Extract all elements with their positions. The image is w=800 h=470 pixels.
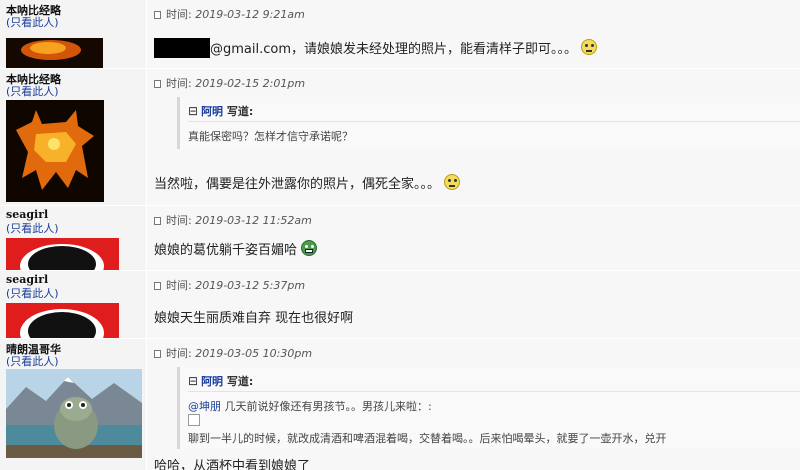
post-author-panel: 本呐比经略 (只看此人) bbox=[0, 0, 146, 68]
frog-lake-photo-icon[interactable] bbox=[6, 369, 142, 458]
silhouette-avatar-icon[interactable] bbox=[6, 238, 119, 270]
post-meta: 时间: 2019-03-12 9:21am bbox=[154, 6, 305, 22]
post-author-panel: 本呐比经略 (只看此人) bbox=[0, 69, 146, 205]
quote-block: ⊟ 阿明 写道: 真能保密吗？怎样才信守承诺呢？ bbox=[177, 97, 800, 149]
quote-block: ⊟ 阿明 写道: @坤朋 几天前说好像还有男孩节。。男孩儿来啦：: 聊到一半儿的时… bbox=[177, 367, 800, 449]
post-content: 时间: 2019-03-05 10:30pm ⊟ 阿明 写道: @坤朋 几天前说好… bbox=[146, 339, 800, 470]
time-label: 时间: bbox=[166, 214, 192, 227]
post-icon bbox=[154, 217, 161, 225]
only-this-user-link[interactable]: (只看此人) bbox=[6, 285, 59, 301]
post-time: 2019-03-12 9:21am bbox=[195, 8, 305, 21]
time-label: 时间: bbox=[166, 279, 192, 292]
post-message: 哈哈，从酒杯中看到娘娘了 bbox=[154, 459, 311, 470]
post-content: 时间: 2019-02-15 2:01pm ⊟ 阿明 写道: 真能保密吗？怎样才信… bbox=[146, 69, 800, 205]
quote-text: @坤朋 几天前说好像还有男孩节。。男孩儿来啦：: bbox=[188, 400, 432, 413]
post-time: 2019-03-12 11:52am bbox=[195, 214, 312, 227]
post-content: 时间: 2019-03-12 9:21am @gmail.com，请娘娘发未经处… bbox=[146, 0, 800, 68]
post-meta: 时间: 2019-02-15 2:01pm bbox=[154, 75, 305, 91]
quote-author[interactable]: 阿明 bbox=[201, 105, 223, 118]
only-this-user-link[interactable]: (只看此人) bbox=[6, 14, 59, 30]
post-3: seagirl (只看此人) 时间: 2019-03-12 11:52am 娘娘… bbox=[0, 206, 800, 270]
post-time: 2019-03-12 5:37pm bbox=[195, 279, 306, 292]
post-meta: 时间: 2019-03-12 11:52am bbox=[154, 212, 312, 228]
post-author-panel: 晴朗温哥华 (只看此人) bbox=[0, 339, 146, 470]
grin-emoji-icon bbox=[301, 240, 318, 256]
quote-divider bbox=[188, 121, 800, 122]
broken-image-icon bbox=[188, 414, 200, 426]
post-icon bbox=[154, 80, 161, 88]
post-icon bbox=[154, 11, 161, 19]
quote-author[interactable]: 阿明 bbox=[201, 375, 223, 388]
post-meta: 时间: 2019-03-05 10:30pm bbox=[154, 345, 312, 361]
quote-header: ⊟ 阿明 写道: bbox=[188, 374, 254, 388]
quote-text: 真能保密吗？怎样才信守承诺呢？ bbox=[188, 130, 353, 143]
redacted-block bbox=[154, 38, 210, 58]
time-label: 时间: bbox=[166, 347, 192, 360]
mention-link[interactable]: @坤朋 bbox=[188, 400, 221, 413]
post-content: 时间: 2019-03-12 5:37pm 娘娘天生丽质难自弃 现在也很好啊 bbox=[146, 271, 800, 338]
post-icon bbox=[154, 350, 161, 358]
post-icon bbox=[154, 282, 161, 290]
only-this-user-link[interactable]: (只看此人) bbox=[6, 353, 59, 369]
fire-bull-icon[interactable] bbox=[6, 100, 104, 202]
post-meta: 时间: 2019-03-12 5:37pm bbox=[154, 277, 305, 293]
quote-text: 聊到一半儿的时候，就改成清酒和啤酒混着喝，交替着喝。。后来怕喝晕头，就要了一壶开… bbox=[188, 432, 667, 445]
post-1: 本呐比经略 (只看此人) 时间: 2019-03-12 9:21am @gmai… bbox=[0, 0, 800, 68]
quote-divider bbox=[188, 391, 800, 392]
post-4: seagirl (只看此人) 时间: 2019-03-12 5:37pm 娘娘天… bbox=[0, 271, 800, 338]
rolling-eyes-emoji-icon bbox=[581, 39, 598, 55]
post-message: 娘娘的葛优躺千姿百媚哈 bbox=[154, 239, 318, 258]
post-5: 晴朗温哥华 (只看此人) 时间: 2019-03-05 10:30pm ⊟ 阿明… bbox=[0, 339, 800, 470]
quote-header: ⊟ 阿明 写道: bbox=[188, 104, 254, 118]
post-time: 2019-02-15 2:01pm bbox=[195, 77, 306, 90]
post-message: 当然啦，偶要是往外泄露你的照片，偶死全家。。。 bbox=[154, 173, 461, 192]
fire-bull-icon[interactable] bbox=[6, 38, 103, 68]
collapse-box-icon[interactable]: ⊟ bbox=[188, 374, 198, 388]
time-label: 时间: bbox=[166, 77, 192, 90]
rolling-eyes-emoji-icon bbox=[444, 174, 461, 190]
post-author-panel: seagirl (只看此人) bbox=[0, 271, 146, 338]
only-this-user-link[interactable]: (只看此人) bbox=[6, 83, 59, 99]
post-message: @gmail.com，请娘娘发未经处理的照片，能看清样子即可。。。 bbox=[154, 38, 598, 58]
post-message: 娘娘天生丽质难自弃 现在也很好啊 bbox=[154, 311, 354, 326]
only-this-user-link[interactable]: (只看此人) bbox=[6, 220, 59, 236]
collapse-box-icon[interactable]: ⊟ bbox=[188, 104, 198, 118]
silhouette-avatar-icon[interactable] bbox=[6, 303, 119, 338]
post-2: 本呐比经略 (只看此人) 时间: 2019-02-15 2:01pm ⊟ 阿明 写… bbox=[0, 69, 800, 205]
post-time: 2019-03-05 10:30pm bbox=[195, 347, 313, 360]
time-label: 时间: bbox=[166, 8, 192, 21]
post-author-panel: seagirl (只看此人) bbox=[0, 206, 146, 270]
post-content: 时间: 2019-03-12 11:52am 娘娘的葛优躺千姿百媚哈 bbox=[146, 206, 800, 270]
